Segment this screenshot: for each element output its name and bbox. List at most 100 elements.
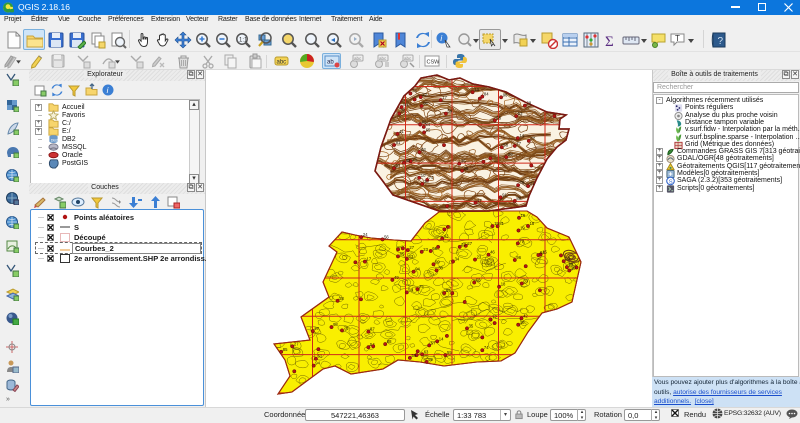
svg-text:80: 80 [406,158,411,163]
svg-text:76: 76 [412,89,417,94]
svg-text:23: 23 [477,255,482,260]
svg-text:16: 16 [520,320,525,325]
svg-text:18: 18 [501,282,506,287]
svg-text:61: 61 [318,354,323,359]
svg-text:27: 27 [396,163,401,168]
svg-text:27: 27 [409,245,414,250]
svg-text:39: 39 [408,287,413,292]
svg-text:17: 17 [477,198,482,203]
svg-text:17: 17 [442,95,447,100]
svg-text:85: 85 [283,347,288,352]
svg-text:18: 18 [530,221,535,226]
svg-text:59: 59 [412,353,417,358]
svg-text:46: 46 [490,250,495,255]
svg-text:49: 49 [394,275,399,280]
svg-text:43: 43 [444,234,449,239]
svg-text:16: 16 [521,213,526,218]
svg-text:72: 72 [492,315,497,320]
svg-text:19: 19 [494,221,499,226]
svg-text:30: 30 [424,179,429,184]
svg-text:28: 28 [339,296,344,301]
svg-text:59: 59 [428,357,433,362]
svg-text:94: 94 [315,361,320,366]
svg-text:ab: ab [327,60,334,66]
svg-text:42: 42 [523,313,528,318]
svg-text:77: 77 [516,141,521,146]
svg-text:1:1: 1:1 [239,38,248,44]
svg-text:55: 55 [496,116,501,121]
svg-text:25: 25 [412,156,417,161]
svg-text:70: 70 [344,325,349,330]
svg-text:74: 74 [429,175,434,180]
svg-text:25: 25 [401,109,406,114]
svg-text:38: 38 [438,265,443,270]
svg-text:CSW: CSW [427,60,441,66]
svg-text:22: 22 [422,92,427,97]
svg-text:14: 14 [519,133,524,138]
svg-text:96: 96 [423,101,428,106]
svg-text:84: 84 [425,122,430,127]
svg-text:35: 35 [461,159,466,164]
svg-text:?: ? [718,36,724,47]
svg-text:27: 27 [467,241,472,246]
svg-text:68: 68 [476,278,481,283]
svg-text:53: 53 [518,111,523,116]
svg-text:98: 98 [333,322,338,327]
svg-text:43: 43 [409,254,414,259]
svg-text:91: 91 [502,192,507,197]
svg-text:88: 88 [387,339,392,344]
svg-text:83: 83 [523,279,528,284]
svg-text:78: 78 [520,180,525,185]
svg-text:84: 84 [403,102,408,107]
svg-text:96: 96 [503,92,508,97]
svg-text:99: 99 [508,152,513,157]
svg-text:55: 55 [447,350,452,355]
svg-text:99: 99 [435,259,440,264]
svg-text:94: 94 [415,267,420,272]
svg-text:59: 59 [448,109,453,114]
svg-text:84: 84 [484,92,489,97]
svg-text:abc: abc [379,56,387,61]
svg-text:96: 96 [516,255,521,260]
svg-text:81: 81 [499,221,504,226]
svg-text:Σ: Σ [605,34,614,49]
svg-text:19: 19 [520,226,525,231]
svg-text:57: 57 [431,340,436,345]
svg-text:71: 71 [530,181,535,186]
svg-text:34: 34 [455,257,460,262]
svg-text:24: 24 [565,256,570,261]
svg-text:24: 24 [363,232,368,237]
svg-text:23: 23 [423,247,428,252]
svg-text:89: 89 [446,288,451,293]
svg-text:74: 74 [484,345,489,350]
svg-text:87: 87 [370,327,375,332]
svg-text:14: 14 [439,336,444,341]
svg-text:41: 41 [399,129,404,134]
svg-text:81: 81 [396,140,401,145]
svg-text:abc: abc [404,56,412,61]
svg-text:abc: abc [277,60,287,66]
svg-text:i: i [107,86,109,95]
svg-text:27: 27 [314,326,319,331]
svg-text:35: 35 [469,323,474,328]
svg-text:67: 67 [530,136,535,141]
svg-text:65: 65 [426,127,431,132]
svg-text:32: 32 [461,242,466,247]
svg-text:53: 53 [421,147,426,152]
svg-text:28: 28 [527,101,532,106]
svg-text:27: 27 [294,341,299,346]
svg-text:85: 85 [400,251,405,256]
svg-text:abc: abc [354,56,362,61]
svg-text:86: 86 [516,196,521,201]
svg-text:25: 25 [464,166,469,171]
svg-text:58: 58 [503,142,508,147]
svg-text:75: 75 [419,284,424,289]
svg-text:56: 56 [384,234,389,239]
svg-text:73: 73 [519,238,524,243]
svg-text:63: 63 [424,349,429,354]
svg-text:64: 64 [540,250,545,255]
svg-text:99: 99 [569,262,574,267]
svg-text:10: 10 [421,173,426,178]
svg-text:i: i [440,34,442,43]
svg-text:17: 17 [367,257,372,262]
